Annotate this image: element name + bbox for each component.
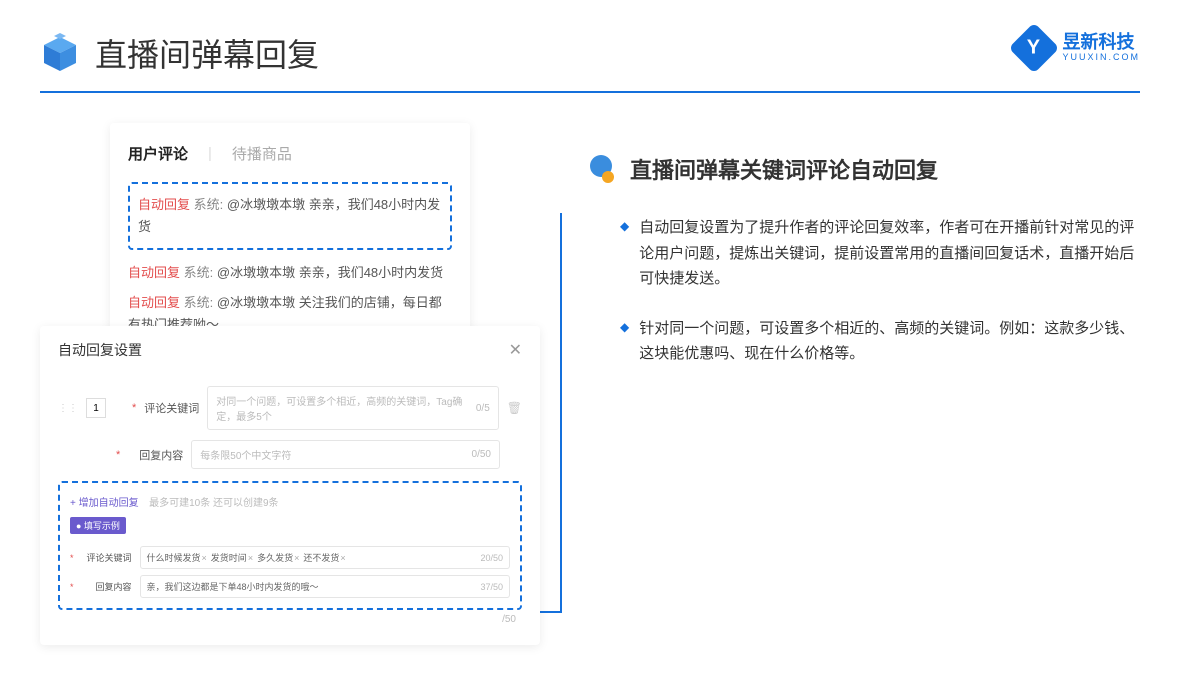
close-icon[interactable]: ✕ bbox=[509, 340, 522, 360]
keyword-chip: 什么时候发货× bbox=[147, 551, 207, 564]
highlighted-comment: 自动回复 系统: @冰墩墩本墩 亲亲，我们48小时内发货 bbox=[128, 182, 452, 250]
page-title: 直播间弹幕回复 bbox=[95, 30, 319, 76]
ex-content-label: 回复内容 bbox=[82, 580, 132, 593]
section-bullet-icon bbox=[590, 155, 618, 183]
section-title: 直播间弹幕关键词评论自动回复 bbox=[630, 153, 938, 185]
rule-number: 1 bbox=[86, 398, 106, 418]
add-hint: 最多可建10条 还可以创建9条 bbox=[149, 498, 278, 509]
comment-item: 自动回复 系统: @冰墩墩本墩 亲亲，我们48小时内发货 bbox=[128, 262, 452, 284]
tab-user-comments[interactable]: 用户评论 bbox=[128, 143, 188, 164]
content-input[interactable]: 每条限50个中文字符 0/50 bbox=[191, 440, 500, 469]
brand-name: 昱新科技 bbox=[1062, 33, 1140, 53]
settings-title: 自动回复设置 bbox=[58, 340, 142, 360]
diamond-icon: ◆ bbox=[620, 219, 629, 292]
add-auto-reply-link[interactable]: + 增加自动回复 bbox=[70, 498, 139, 509]
outer-counter: /50 bbox=[58, 614, 522, 625]
tab-pending-goods[interactable]: 待播商品 bbox=[232, 143, 292, 164]
drag-handle-icon[interactable]: ⋮⋮ bbox=[58, 403, 78, 414]
keyword-label: 评论关键词 bbox=[144, 400, 199, 416]
system-prefix: 系统: bbox=[194, 197, 224, 212]
bullet-text: 针对同一个问题，可设置多个相近的、高频的关键词。例如：这款多少钱、这块能优惠吗、… bbox=[639, 316, 1140, 367]
keyword-chip: 还不发货× bbox=[303, 551, 345, 564]
keyword-chip: 发货时间× bbox=[211, 551, 253, 564]
keyword-chip: 多久发货× bbox=[257, 551, 299, 564]
required-star: * bbox=[132, 402, 136, 414]
ex-keyword-label: 评论关键词 bbox=[82, 551, 132, 564]
brand-logo: Y 昱新科技 YUUXIN.COM bbox=[1016, 30, 1140, 66]
comments-card: 用户评论 | 待播商品 自动回复 系统: @冰墩墩本墩 亲亲，我们48小时内发货… bbox=[110, 123, 470, 356]
keyword-input[interactable]: 对同一个问题，可设置多个相近，高频的关键词，Tag确定，最多5个 0/5 bbox=[207, 386, 498, 430]
cube-icon bbox=[40, 33, 80, 73]
bullet-text: 自动回复设置为了提升作者的评论回复效率，作者可在开播前针对常见的评论用户问题，提… bbox=[639, 215, 1140, 292]
example-box: + 增加自动回复 最多可建10条 还可以创建9条 ● 填写示例 * 评论关键词 … bbox=[58, 481, 522, 610]
tab-divider: | bbox=[208, 145, 212, 162]
ex-content-input[interactable]: 亲，我们这边都是下单48小时内发货的哦～ 37/50 bbox=[140, 575, 510, 598]
settings-card: 自动回复设置 ✕ ⋮⋮ 1 * 评论关键词 对同一个问题，可设置多个相近，高频的… bbox=[40, 326, 540, 645]
example-badge: ● 填写示例 bbox=[70, 517, 126, 534]
content-label: 回复内容 bbox=[128, 447, 183, 463]
delete-icon[interactable]: 🗑 bbox=[507, 401, 522, 415]
auto-reply-tag: 自动回复 bbox=[138, 197, 190, 212]
diamond-icon: ◆ bbox=[620, 320, 629, 367]
bullet-item: ◆ 针对同一个问题，可设置多个相近的、高频的关键词。例如：这款多少钱、这块能优惠… bbox=[590, 316, 1140, 367]
bullet-item: ◆ 自动回复设置为了提升作者的评论回复效率，作者可在开播前针对常见的评论用户问题… bbox=[590, 215, 1140, 292]
ex-keyword-input[interactable]: 什么时候发货× 发货时间× 多久发货× 还不发货× 20/50 bbox=[140, 546, 510, 569]
brand-url: YUUXIN.COM bbox=[1062, 53, 1140, 63]
